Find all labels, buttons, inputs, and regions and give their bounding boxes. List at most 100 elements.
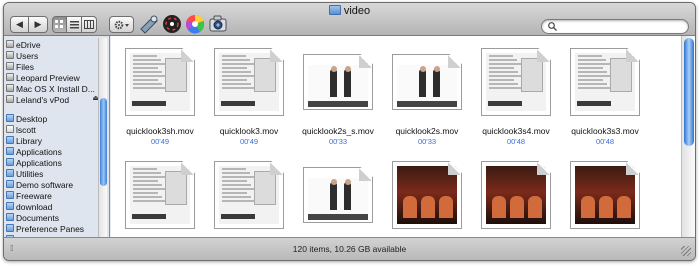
movie-thumbnail [481,161,551,229]
sidebar-item[interactable]: Applications [4,157,109,168]
utility-icon[interactable] [138,13,160,35]
sidebar-item-label: Applications [16,157,62,168]
folder-icon [6,202,14,210]
resize-handle-icon[interactable] [681,246,691,256]
color-wheel-icon[interactable] [161,13,183,35]
sidebar-item-label: Files [16,61,34,72]
disk-icon [6,84,14,92]
sidebar-item[interactable]: Documents [4,212,109,223]
sidebar-item[interactable]: download [4,201,109,212]
file-icon-tile[interactable]: quicklook2s_s.mov 00'33 [295,46,381,146]
folder-icon [328,5,341,15]
file-icon-tile[interactable] [473,159,559,239]
file-icon-tile[interactable] [295,159,381,239]
view-mode-control [52,16,97,33]
movie-thumbnail [303,167,373,223]
search-input[interactable] [560,21,680,32]
file-icon-tile[interactable]: quicklook2s.mov 00'33 [384,46,470,146]
file-icon-tile[interactable] [117,159,203,239]
file-duration-label: 00'48 [506,137,526,146]
column-view-icon [84,20,94,29]
window-title: video [4,5,695,17]
file-icon-tile[interactable] [206,159,292,239]
file-icon-tile[interactable]: quicklook3s4.mov 00'48 [473,46,559,146]
sidebar-item-label: Documents [16,212,59,223]
file-duration-label: 00'49 [239,137,259,146]
sidebar-item-label: Demo software [16,179,74,190]
sidebar-item[interactable]: Library [4,135,109,146]
sidebar-item-label: Desktop [16,113,48,124]
file-duration-label: 00'33 [328,137,348,146]
sidebar-item-label: Freeware [16,190,52,201]
column-view-button[interactable] [82,16,97,33]
folder-icon [6,136,14,144]
sidebar-item-label: eDrive [16,39,41,50]
sidebar-item[interactable]: lscott [4,124,109,135]
movie-thumbnail [570,161,640,229]
sidebar-section-gap [4,105,109,113]
file-icon-tile[interactable] [384,159,470,239]
gear-icon [114,20,129,29]
camera-icon[interactable] [207,13,229,35]
toolbar: video ◀ ▶ [4,3,695,36]
sidebar-item[interactable]: Users [4,50,109,61]
sidebar-item[interactable]: Leland's vPod ⏏ [4,94,109,105]
file-icon-tile[interactable]: quicklook3sh.mov 00'49 [117,46,203,146]
sidebar-item[interactable]: Utilities [4,168,109,179]
folder-icon [6,147,14,155]
icon-view-button[interactable] [52,16,67,33]
disk-icon [6,95,14,103]
list-view-button[interactable] [67,16,82,33]
action-menu-button[interactable] [109,16,134,33]
sidebar-scrollbar[interactable] [98,38,107,237]
disk-icon [6,51,14,59]
sidebar-item-label: Utilities [16,168,44,179]
action-menu [109,16,134,33]
folder-icon [6,158,14,166]
movie-thumbnail [214,48,284,116]
search-field[interactable] [541,19,689,34]
sidebar-item[interactable]: eDrive [4,39,109,50]
sidebar-item[interactable]: Demo software [4,179,109,190]
sidebar-item[interactable]: Desktop [4,113,109,124]
file-duration-label: 00'48 [595,137,615,146]
movie-thumbnail [392,161,462,229]
forward-button[interactable]: ▶ [29,16,48,33]
back-button[interactable]: ◀ [10,16,29,33]
movie-thumbnail [214,161,284,229]
sidebar-grip-icon[interactable]: ⁞⁞ [10,244,14,253]
window-title-text: video [343,5,371,17]
status-bar: ⁞⁞ 120 items, 10.26 GB available [4,237,695,260]
finder-window: video ◀ ▶ eDrive Users Files Leopard Pre… [3,2,696,261]
icon-view: quicklook3sh.mov 00'49 quicklook3.mov 00'49… [111,36,683,239]
file-icon-tile[interactable]: quicklook3.mov 00'49 [206,46,292,146]
main-scrollbar[interactable] [681,36,695,239]
file-icon-tile[interactable]: quicklook3s3.mov 00'48 [562,46,648,146]
sidebar-item-label: Mac OS X Install D... [16,83,95,94]
file-icon-tile[interactable] [562,159,648,239]
sidebar-item-label: Users [16,50,39,61]
sidebar-item[interactable]: Freeware [4,190,109,201]
sidebar-item-label: Applications [16,146,62,157]
movie-thumbnail [392,54,462,110]
sidebar-item[interactable]: Leopard Preview [4,72,109,83]
disk-icon [6,73,14,81]
sidebar-scroll-thumb[interactable] [100,98,107,186]
color-picker-icon[interactable] [184,13,206,35]
sidebar-item[interactable]: Applications [4,146,109,157]
list-view-icon [69,21,79,29]
movie-thumbnail [125,161,195,229]
sidebar: eDrive Users Files Leopard Preview Mac OS X … [4,36,110,239]
sidebar-item-label: Leopard Preview [16,72,80,83]
movie-thumbnail [570,48,640,116]
sidebar-item-label: Leland's vPod [16,94,70,105]
sidebar-item[interactable]: Mac OS X Install D... [4,83,109,94]
sidebar-item[interactable]: Files [4,61,109,72]
sidebar-item[interactable]: Preference Panes [4,223,109,234]
disk-icon [6,40,14,48]
search-icon [548,22,557,31]
main-scroll-thumb[interactable] [684,38,694,146]
folder-icon [6,180,14,188]
folder-icon [6,169,14,177]
icon-view-icon [55,20,63,28]
